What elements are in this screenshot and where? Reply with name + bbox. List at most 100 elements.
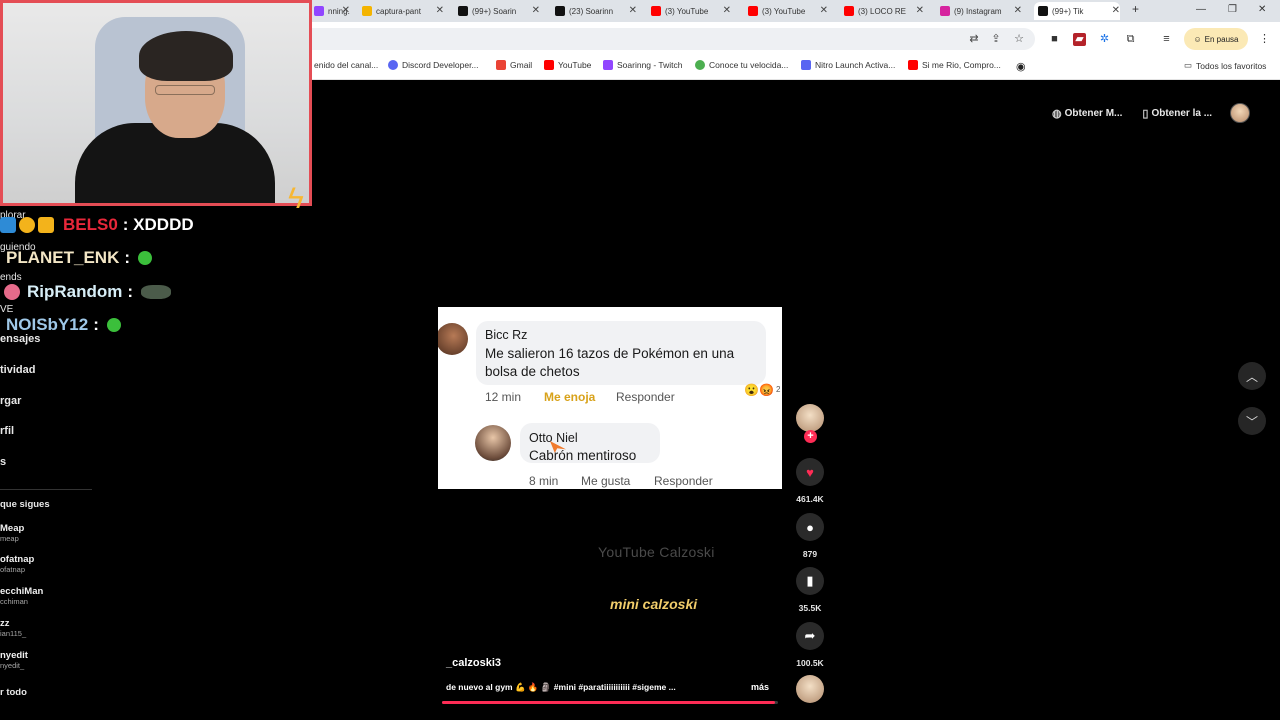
translate-icon[interactable]: ⇄: [968, 33, 980, 45]
browser-tab[interactable]: nning... ✕: [314, 2, 350, 20]
chat-username: NOISbY12: [6, 315, 89, 334]
previous-video-button[interactable]: ︿: [1238, 362, 1266, 390]
folder-icon: ▭: [1184, 60, 1193, 70]
close-tab-icon[interactable]: ✕: [342, 5, 350, 16]
sound-disc-avatar[interactable]: [796, 675, 824, 703]
followed-channel[interactable]: ofatnap ofatnap: [0, 554, 34, 574]
close-tab-icon[interactable]: ✕: [820, 5, 828, 16]
bookmark-item[interactable]: YouTube: [544, 60, 591, 70]
tiktok-icon: [458, 6, 468, 16]
reaction-count: 2: [776, 385, 781, 394]
url-input[interactable]: [300, 28, 1035, 50]
caption-more-button[interactable]: más: [751, 682, 769, 692]
close-tab-icon[interactable]: ✕: [629, 5, 637, 16]
close-tab-icon[interactable]: ✕: [916, 5, 924, 16]
twitch-icon: [603, 60, 613, 70]
bookmark-item[interactable]: Soarinng - Twitch: [603, 60, 683, 70]
follow-plus-icon[interactable]: +: [804, 430, 817, 443]
emote-icon: [141, 285, 172, 299]
youtube-icon: [748, 6, 758, 16]
close-tab-icon[interactable]: ✕: [532, 5, 540, 16]
comment-reaction: Me enoja: [544, 390, 596, 404]
facebook-comment-screenshot: Bicc Rz Me salieron 16 tazos de Pokémon …: [438, 307, 782, 489]
followed-channel[interactable]: Meap meap: [0, 523, 24, 543]
sidebar-item-profile[interactable]: rfil: [0, 425, 14, 437]
bookmark-item[interactable]: Si me Rio, Compro...: [908, 60, 1001, 70]
comment-reply: Responder: [616, 390, 675, 404]
browser-tab[interactable]: (9) Instagram ✕: [940, 2, 1022, 20]
new-tab-button[interactable]: +: [1132, 2, 1139, 16]
close-tab-icon[interactable]: ✕: [1112, 5, 1120, 16]
menu-kebab-icon[interactable]: ⋮: [1258, 33, 1271, 46]
tiktok-video[interactable]: Bicc Rz Me salieron 16 tazos de Pokémon …: [438, 80, 782, 708]
comment-button[interactable]: ●: [796, 513, 824, 541]
browser-tab[interactable]: captura-pant ✕: [362, 2, 444, 20]
install-app-icon[interactable]: ⇪: [990, 33, 1002, 45]
close-tab-icon[interactable]: ✕: [1014, 5, 1022, 16]
creator-avatar[interactable]: [796, 404, 824, 432]
browser-tab[interactable]: (99+) Soarin ✕: [458, 2, 540, 20]
youtube-icon: [544, 60, 554, 70]
bookmark-item[interactable]: Discord Developer...: [388, 60, 479, 70]
sidebar-item-recharge[interactable]: rgar: [0, 395, 21, 407]
bookmark-star-icon[interactable]: ☆: [1013, 33, 1025, 45]
share-button[interactable]: ➦: [796, 622, 824, 650]
heart-icon: ♥: [806, 464, 814, 480]
reaction-emoji-icon: 😮😡: [744, 383, 774, 397]
show-all-link[interactable]: r todo: [0, 687, 27, 698]
video-author[interactable]: _calzoski3: [446, 657, 501, 669]
profile-paused-button[interactable]: ☺ En pausa: [1184, 28, 1248, 50]
next-video-button[interactable]: ﹀: [1238, 407, 1266, 435]
lightning-bolt-icon: ϟ: [288, 182, 304, 215]
emote-icon: [106, 318, 121, 332]
browser-tab[interactable]: (3) LOCO RE ✕: [844, 2, 924, 20]
browser-tab[interactable]: (3) YouTube ✕: [748, 2, 828, 20]
bookmark-item[interactable]: enido del canal...: [314, 60, 378, 70]
bookmark-item[interactable]: ◉: [1016, 60, 1026, 73]
close-window-icon[interactable]: ✕: [1258, 4, 1266, 15]
all-bookmarks-folder[interactable]: ▭ Todos los favoritos: [1184, 60, 1266, 71]
comment-text: bolsa de chetos: [485, 364, 580, 379]
comment-time: 8 min: [529, 474, 559, 488]
sidebar-item-activity[interactable]: tividad: [0, 364, 35, 376]
video-title-overlay: mini calzoski: [610, 596, 698, 612]
extension-icon[interactable]: ✲: [1098, 33, 1111, 46]
browser-tab[interactable]: (3) YouTube ✕: [651, 2, 731, 20]
chat-text: : XDDDD: [122, 215, 194, 234]
browser-tab[interactable]: (23) Soarinn ✕: [555, 2, 637, 20]
bookmark-item[interactable]: Conoce tu velocida...: [695, 60, 788, 70]
like-count: 461.4K: [796, 494, 824, 504]
commenter-name: Bicc Rz: [485, 328, 528, 342]
bookmark-icon: ▮: [806, 573, 814, 588]
chat-text: :: [127, 282, 134, 301]
chevron-down-icon: ﹀: [1245, 414, 1258, 429]
youtube-icon: [651, 6, 661, 16]
extension-icon[interactable]: ■: [1048, 33, 1061, 46]
chat-text: :: [124, 248, 131, 267]
followed-channel[interactable]: ecchiMan cchiman: [0, 586, 43, 606]
followed-channel[interactable]: zz ian115_: [0, 618, 26, 638]
video-caption: de nuevo al gym 💪 🔥 🗿 #mini #paratiiiiii…: [446, 682, 676, 692]
bookmark-item[interactable]: Nitro Launch Activa...: [801, 60, 895, 70]
followed-channel[interactable]: nyedit nyedit_: [0, 650, 28, 670]
extension-icon[interactable]: ▰: [1073, 33, 1086, 46]
close-tab-icon[interactable]: ✕: [723, 5, 731, 16]
like-button[interactable]: ♥: [796, 458, 824, 486]
emote-icon: [138, 251, 153, 265]
maximize-icon[interactable]: ❐: [1228, 4, 1237, 15]
video-progress-bar[interactable]: [442, 701, 778, 704]
sidebar-item-more[interactable]: s: [0, 456, 6, 468]
save-button[interactable]: ▮: [796, 567, 824, 595]
minimize-icon[interactable]: —: [1196, 4, 1206, 15]
streamer-glasses: [155, 85, 215, 95]
get-app-button[interactable]: ▯ Obtener la ...: [1136, 107, 1218, 120]
close-tab-icon[interactable]: ✕: [436, 5, 444, 16]
bookmark-item[interactable]: Gmail: [496, 60, 532, 70]
coin-icon: ◍: [1052, 107, 1062, 120]
puzzle-icon[interactable]: ⧉: [1124, 33, 1137, 46]
user-avatar[interactable]: [1230, 103, 1251, 123]
get-coins-button[interactable]: ◍ Obtener M...: [1046, 107, 1128, 120]
media-control-icon[interactable]: ≡: [1160, 33, 1173, 46]
browser-tab-active[interactable]: (99+) Tik ✕: [1034, 2, 1120, 20]
chat-message: NOISbY12 :: [0, 312, 121, 338]
